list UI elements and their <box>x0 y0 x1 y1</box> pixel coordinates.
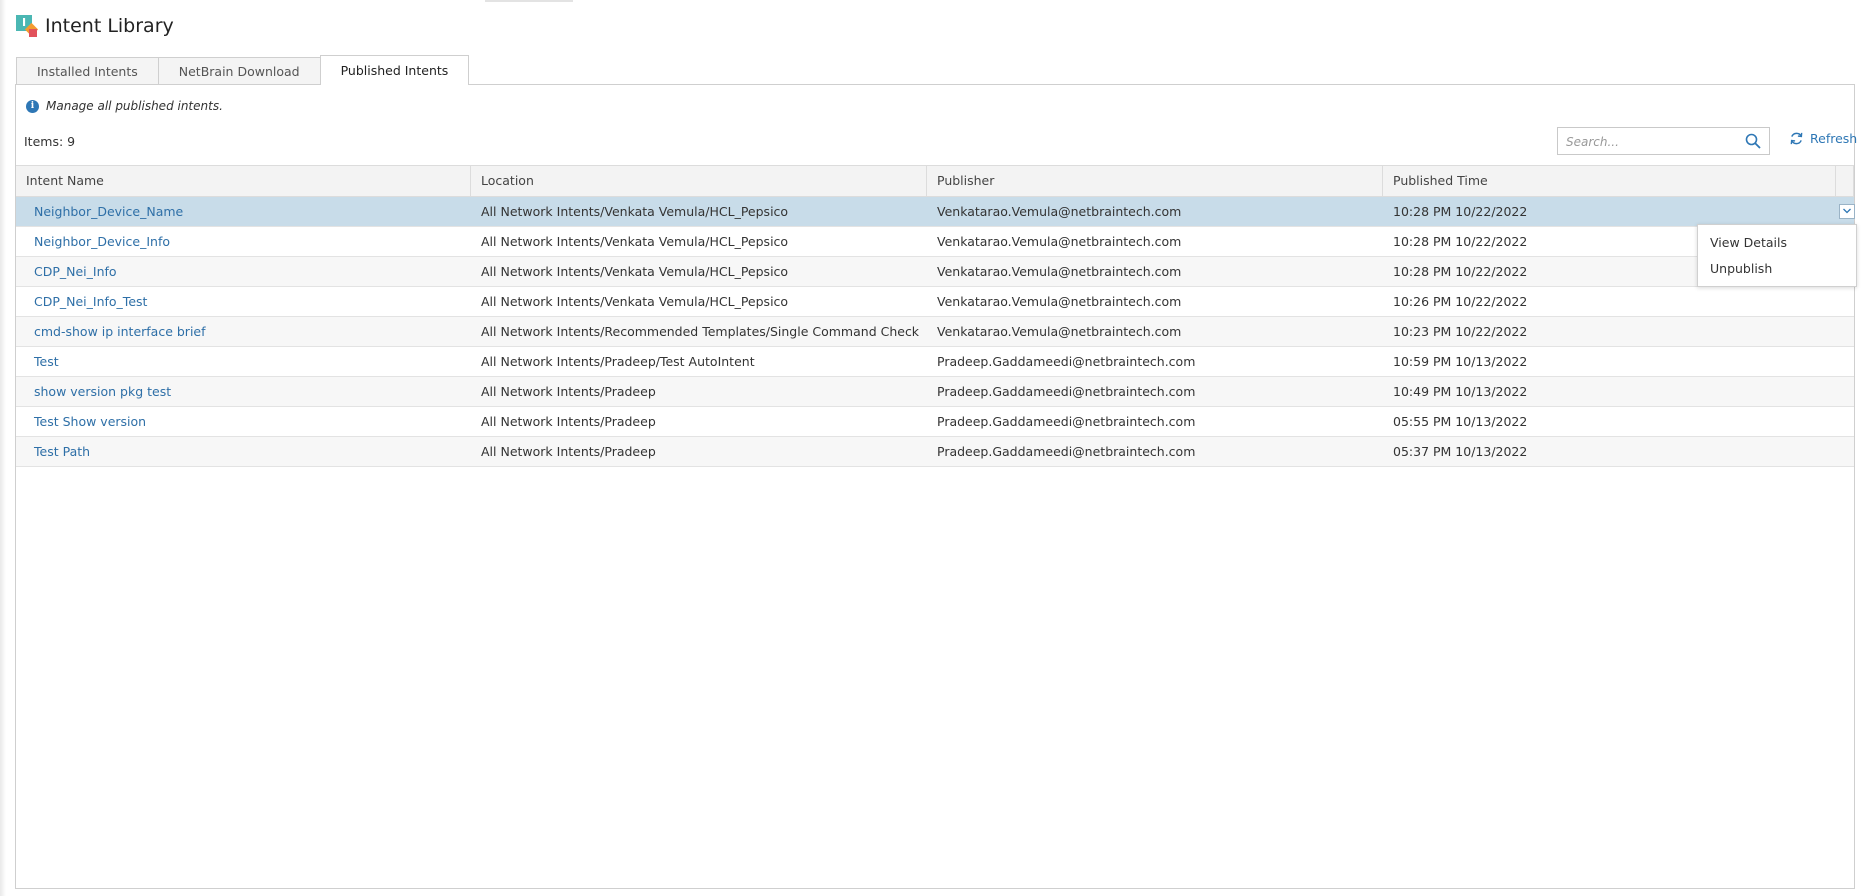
tab-bar: Installed Intents NetBrain Download Publ… <box>16 55 470 85</box>
published-time-cell: 10:49 PM 10/13/2022 <box>1393 384 1528 399</box>
location-cell: All Network Intents/Pradeep <box>481 384 656 399</box>
intent-name-link[interactable]: show version pkg test <box>16 377 471 406</box>
row-actions-dropdown[interactable] <box>1839 204 1855 219</box>
publisher-cell: Venkatarao.Vemula@netbraintech.com <box>937 204 1182 219</box>
chevron-down-icon <box>1843 208 1851 214</box>
location-cell: All Network Intents/Venkata Vemula/HCL_P… <box>481 204 789 219</box>
menu-item-unpublish[interactable]: Unpublish <box>1698 256 1856 282</box>
column-header-publisher[interactable]: Publisher <box>927 166 1383 196</box>
publisher-cell: Venkatarao.Vemula@netbraintech.com <box>937 234 1182 249</box>
location-cell: All Network Intents/Pradeep <box>481 414 656 429</box>
table-row[interactable]: Neighbor_Device_Name All Network Intents… <box>16 197 1855 227</box>
location-cell: All Network Intents/Venkata Vemula/HCL_P… <box>481 264 789 279</box>
published-time-cell: 05:55 PM 10/13/2022 <box>1393 414 1528 429</box>
refresh-button[interactable]: Refresh <box>1789 131 1857 146</box>
page-header: I Intent Library <box>16 13 174 39</box>
table-row[interactable]: CDP_Nei_Info_Test All Network Intents/Ve… <box>16 287 1854 317</box>
window-edge-shadow <box>0 0 6 896</box>
row-context-menu: View Details Unpublish <box>1697 224 1857 287</box>
table-row[interactable]: Neighbor_Device_Info All Network Intents… <box>16 227 1854 257</box>
column-header-location[interactable]: Location <box>471 166 927 196</box>
published-time-cell: 10:28 PM 10/22/2022 <box>1393 204 1528 219</box>
intent-name-link[interactable]: cmd-show ip interface brief <box>16 317 471 346</box>
published-time-cell: 10:59 PM 10/13/2022 <box>1393 354 1528 369</box>
page-title: Intent Library <box>45 15 174 37</box>
publisher-cell: Pradeep.Gaddameedi@netbraintech.com <box>937 384 1196 399</box>
table-row[interactable]: cmd-show ip interface brief All Network … <box>16 317 1854 347</box>
intent-name-link[interactable]: CDP_Nei_Info_Test <box>16 287 471 316</box>
table-row[interactable]: show version pkg test All Network Intent… <box>16 377 1854 407</box>
publisher-cell: Pradeep.Gaddameedi@netbraintech.com <box>937 414 1196 429</box>
tab-netbrain-download[interactable]: NetBrain Download <box>157 57 321 85</box>
search-input[interactable] <box>1564 129 1743 155</box>
published-time-cell: 10:26 PM 10/22/2022 <box>1393 294 1528 309</box>
menu-item-view-details[interactable]: View Details <box>1698 230 1856 256</box>
location-cell: All Network Intents/Pradeep/Test AutoInt… <box>481 354 755 369</box>
location-cell: All Network Intents/Venkata Vemula/HCL_P… <box>481 234 789 249</box>
publisher-cell: Pradeep.Gaddameedi@netbraintech.com <box>937 354 1196 369</box>
tab-published-intents[interactable]: Published Intents <box>319 55 470 85</box>
column-header-intent-name[interactable]: Intent Name <box>16 166 471 196</box>
info-text: Manage all published intents. <box>46 99 223 113</box>
search-box <box>1557 127 1770 155</box>
top-divider <box>485 0 573 2</box>
intent-name-link[interactable]: Test Show version <box>16 407 471 436</box>
tab-installed-intents[interactable]: Installed Intents <box>16 57 159 85</box>
intent-name-link[interactable]: Test <box>16 347 471 376</box>
location-cell: All Network Intents/Pradeep <box>481 444 656 459</box>
intent-library-icon: I <box>16 15 39 37</box>
intent-name-link[interactable]: CDP_Nei_Info <box>16 257 471 286</box>
intents-table: Intent Name Location Publisher Published… <box>16 165 1855 467</box>
published-intents-panel: i Manage all published intents. Items: 9… <box>15 84 1857 889</box>
location-cell: All Network Intents/Recommended Template… <box>481 324 920 339</box>
table-row[interactable]: Test All Network Intents/Pradeep/Test Au… <box>16 347 1854 377</box>
items-count: Items: 9 <box>24 134 76 149</box>
info-line: i Manage all published intents. <box>26 99 223 113</box>
column-header-actions <box>1836 166 1854 196</box>
info-icon: i <box>26 99 39 113</box>
refresh-icon <box>1790 132 1803 145</box>
publisher-cell: Pradeep.Gaddameedi@netbraintech.com <box>937 444 1196 459</box>
publisher-cell: Venkatarao.Vemula@netbraintech.com <box>937 294 1182 309</box>
published-time-cell: 10:23 PM 10/22/2022 <box>1393 324 1528 339</box>
publisher-cell: Venkatarao.Vemula@netbraintech.com <box>937 264 1182 279</box>
published-time-cell: 05:37 PM 10/13/2022 <box>1393 444 1528 459</box>
table-row[interactable]: CDP_Nei_Info All Network Intents/Venkata… <box>16 257 1854 287</box>
refresh-label: Refresh <box>1810 131 1858 146</box>
table-row[interactable]: Test Path All Network Intents/Pradeep Pr… <box>16 437 1854 467</box>
table-row[interactable]: Test Show version All Network Intents/Pr… <box>16 407 1854 437</box>
publisher-cell: Venkatarao.Vemula@netbraintech.com <box>937 324 1182 339</box>
intent-name-link[interactable]: Test Path <box>16 437 471 466</box>
table-header: Intent Name Location Publisher Published… <box>16 165 1854 197</box>
column-header-published-time[interactable]: Published Time <box>1383 166 1836 196</box>
intent-name-link[interactable]: Neighbor_Device_Info <box>16 227 471 256</box>
search-icon[interactable] <box>1745 133 1761 149</box>
location-cell: All Network Intents/Venkata Vemula/HCL_P… <box>481 294 789 309</box>
intent-name-link[interactable]: Neighbor_Device_Name <box>16 197 471 226</box>
